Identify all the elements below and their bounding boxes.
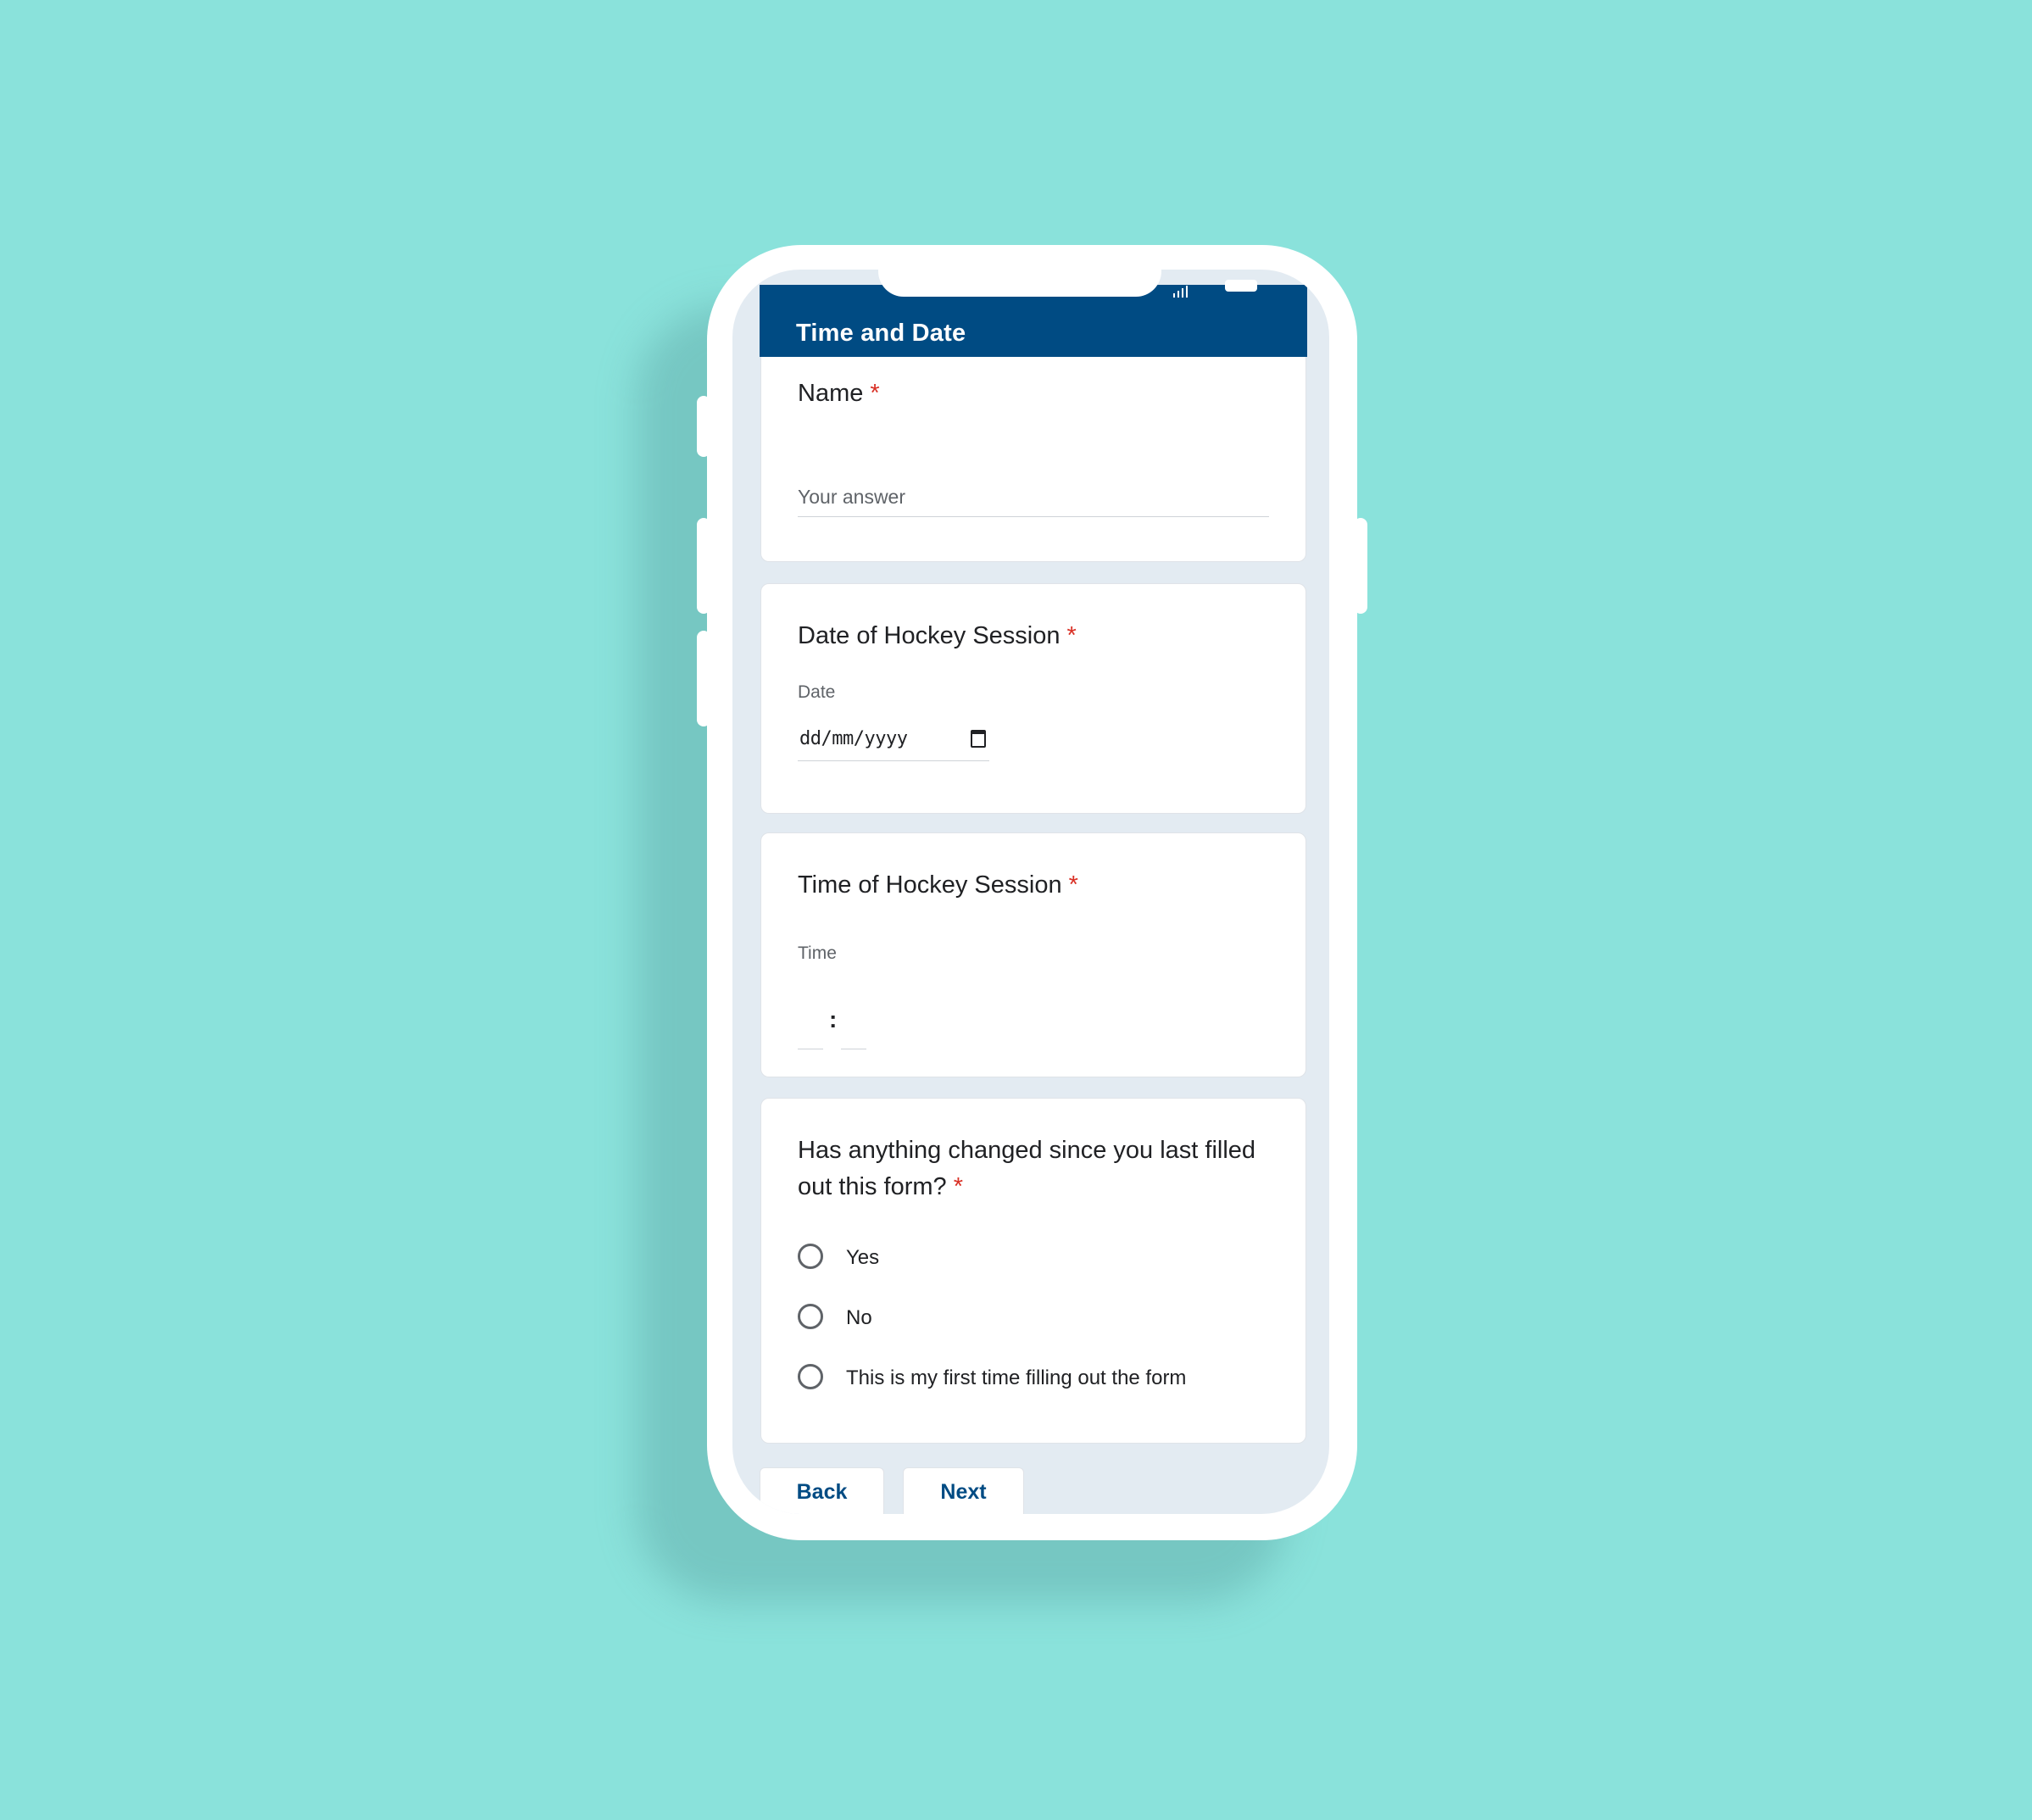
question-title-text: Date of Hockey Session bbox=[798, 622, 1061, 649]
time-sub-label: Time bbox=[798, 943, 837, 963]
time-hour-input[interactable] bbox=[798, 1016, 823, 1049]
date-value: dd/mm/yyyy bbox=[799, 728, 908, 749]
question-title: Name * bbox=[798, 376, 1281, 412]
form-title: Time and Date bbox=[796, 320, 966, 347]
radio-unchecked-icon[interactable] bbox=[798, 1244, 823, 1269]
signal-icon bbox=[1170, 284, 1190, 298]
next-button[interactable]: Next bbox=[903, 1467, 1024, 1514]
time-minute-input[interactable] bbox=[841, 1016, 866, 1049]
question-card-name: Name * bbox=[760, 357, 1306, 562]
date-input[interactable]: dd/mm/yyyy bbox=[798, 720, 989, 761]
question-card-time: Time of Hockey Session * Time : bbox=[760, 832, 1306, 1077]
phone-notch bbox=[878, 270, 1161, 297]
question-title: Time of Hockey Session * bbox=[798, 867, 1281, 904]
question-title: Has anything changed since you last fill… bbox=[798, 1133, 1281, 1205]
required-asterisk: * bbox=[870, 380, 880, 407]
time-separator: : bbox=[829, 1006, 838, 1032]
radio-option-yes[interactable]: Yes bbox=[798, 1242, 1272, 1276]
question-title: Date of Hockey Session * bbox=[798, 618, 1281, 654]
back-button[interactable]: Back bbox=[760, 1467, 884, 1514]
question-title-text: Has anything changed since you last fill… bbox=[798, 1137, 1256, 1200]
question-card-changed: Has anything changed since you last fill… bbox=[760, 1098, 1306, 1444]
radio-option-label: Yes bbox=[846, 1246, 880, 1269]
radio-option-first-time[interactable]: This is my first time filling out the fo… bbox=[798, 1362, 1272, 1396]
radio-unchecked-icon[interactable] bbox=[798, 1304, 823, 1329]
required-asterisk: * bbox=[953, 1173, 964, 1200]
battery-icon bbox=[1225, 280, 1257, 292]
radio-option-no[interactable]: No bbox=[798, 1302, 1272, 1336]
question-title-text: Time of Hockey Session bbox=[798, 871, 1062, 899]
required-asterisk: * bbox=[1068, 871, 1078, 899]
radio-unchecked-icon[interactable] bbox=[798, 1364, 823, 1389]
question-title-text: Name bbox=[798, 380, 864, 407]
radio-option-label: No bbox=[846, 1306, 872, 1329]
name-input[interactable] bbox=[798, 477, 1269, 517]
calendar-icon[interactable] bbox=[971, 730, 986, 748]
question-card-date: Date of Hockey Session * Date dd/mm/yyyy bbox=[760, 583, 1306, 814]
required-asterisk: * bbox=[1066, 622, 1077, 649]
date-sub-label: Date bbox=[798, 682, 836, 702]
radio-option-label: This is my first time filling out the fo… bbox=[846, 1366, 1187, 1389]
phone-screen: Time and Date Name * Date of Hockey Sess… bbox=[732, 270, 1329, 1514]
